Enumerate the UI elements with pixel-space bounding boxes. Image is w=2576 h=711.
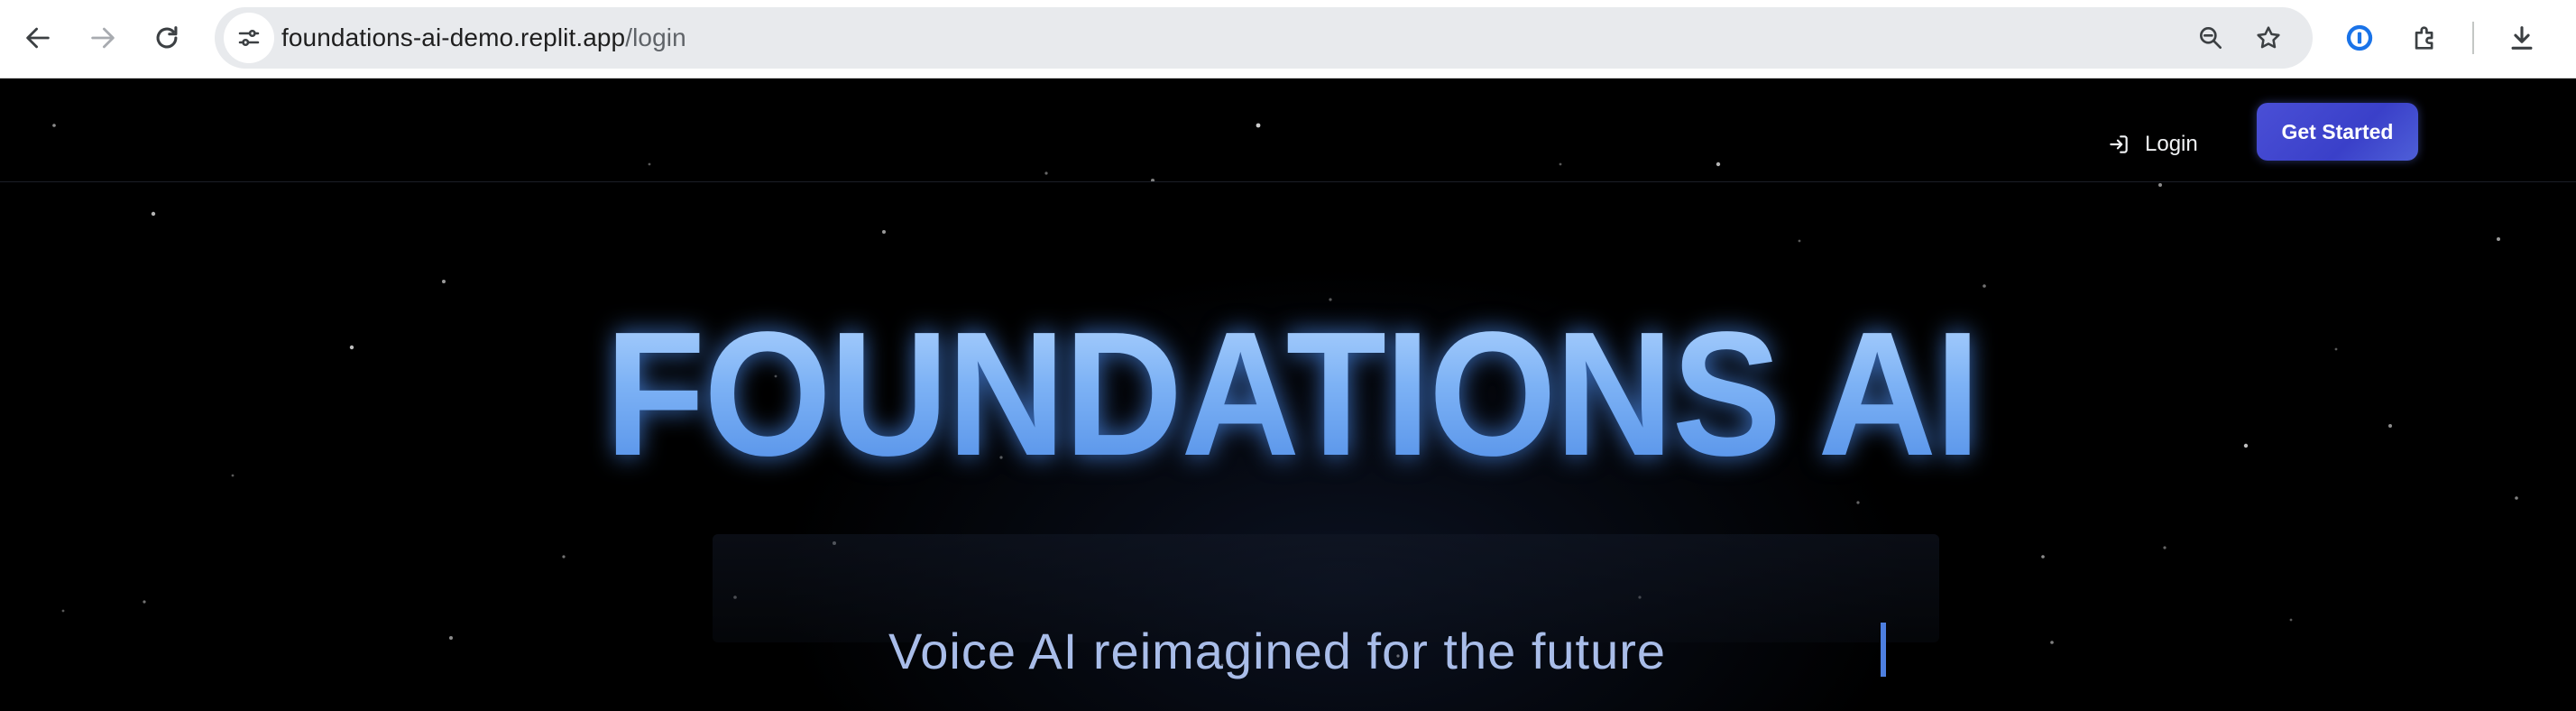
site-info-button[interactable] [224,13,274,63]
bookmark-button[interactable] [2250,20,2286,56]
typing-caret [1881,623,1886,677]
bookmark-star-icon [2257,26,2280,49]
address-bar[interactable]: foundations-ai-demo.replit.app/login [215,7,2313,69]
toolbar-separator [2472,22,2474,54]
back-button[interactable] [13,13,63,63]
downloads-button[interactable] [2497,13,2547,63]
extensions-button[interactable] [2400,13,2451,63]
hero-title-text: FOUNDATIONS AI [604,295,1981,493]
site-info-icon [238,30,260,47]
url-text[interactable]: foundations-ai-demo.replit.app/login [281,7,686,69]
back-icon [26,27,50,49]
login-label: Login [2145,132,2198,156]
url-path: /login [625,23,686,51]
extensions-icon [2415,26,2433,50]
hero-tagline: Voice AI reimagined for the future [888,623,1667,679]
browser-toolbar: foundations-ai-demo.replit.app/login [0,0,2576,78]
site-header: Login Get Started [0,78,2576,182]
reload-icon [156,26,178,49]
zoom-icon [2200,26,2222,49]
zoom-button[interactable] [2193,20,2229,56]
download-icon [2511,26,2533,50]
login-link[interactable]: Login [2107,118,2198,171]
url-host: foundations-ai-demo.replit.app [281,23,626,51]
password-manager-button[interactable] [2334,13,2385,63]
reload-button[interactable] [142,13,192,63]
login-icon [2110,135,2128,153]
get-started-button[interactable]: Get Started [2257,103,2418,161]
forward-icon [91,27,115,49]
hero-title: FOUNDATIONS AI [94,304,2489,485]
forward-button[interactable] [78,13,128,63]
password-manager-icon [2346,24,2373,51]
